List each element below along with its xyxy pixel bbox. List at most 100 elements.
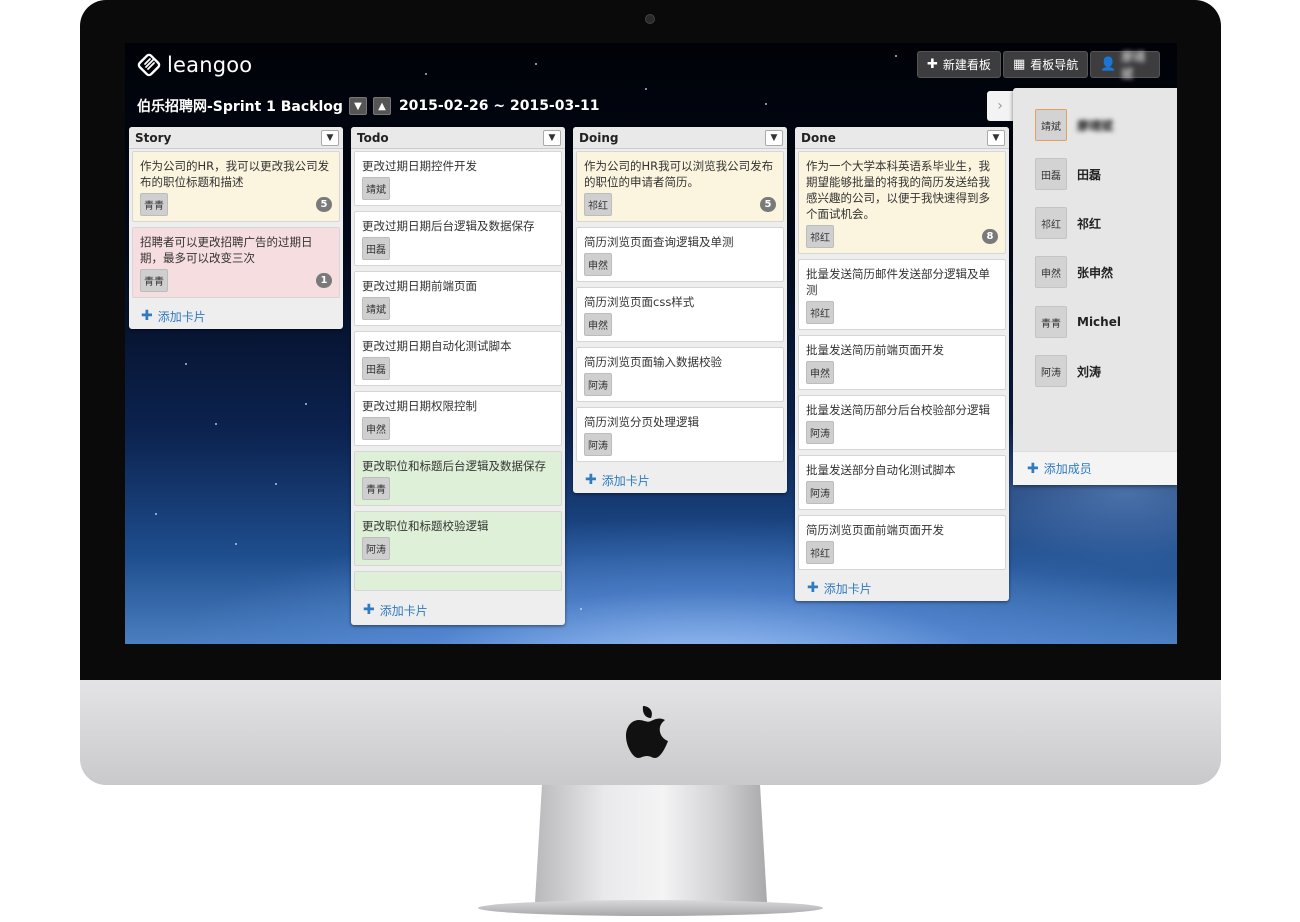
member-name: 廖靖斌 [1077,118,1114,133]
add-member-button[interactable]: ✚ 添加成员 [1013,451,1177,485]
member-item[interactable]: 靖斌 廖靖斌 [1035,109,1113,141]
user-menu-button[interactable]: 👤 廖靖斌 [1090,50,1160,81]
card[interactable]: 更改过期日期控件开发 靖斌 [354,151,562,206]
leangoo-logo-icon [137,53,161,77]
add-card-button[interactable]: ✚ 添加卡片 [573,467,787,493]
member-item[interactable]: 青青 Michel [1035,306,1121,338]
card[interactable]: 作为公司的HR我可以浏览我公司发布的职位的申请者简历。 祁红 5 [576,151,784,222]
card-text: 招聘者可以更改招聘广告的过期日期，最多可以改变三次 [140,235,313,265]
assignee-tag: 申然 [806,361,834,384]
member-avatar: 阿涛 [1035,355,1067,387]
card[interactable]: 批量发送简历邮件发送部分逻辑及单测 祁红 [798,259,1006,330]
member-item[interactable]: 申然 张申然 [1035,256,1113,288]
board-title-bar: 伯乐招聘网-Sprint 1 Backlog ▼ ▲ 2015-02-26 ~ … [137,95,600,117]
column-title: Todo [357,130,389,145]
card[interactable]: 更改过期日期后台逻辑及数据保存 田磊 [354,211,562,266]
imac-stand [535,785,767,903]
card-text: 批量发送简历前端页面开发 [806,343,944,357]
card-text: 简历浏览页面查询逻辑及单测 [584,235,734,249]
members-panel: 靖斌 廖靖斌 田磊 田磊 祁红 祁红 申然 张申然 青青 Michel 阿涛 刘… [1013,88,1177,485]
add-card-label: 添加卡片 [379,603,428,618]
card-partial[interactable] [354,571,562,591]
member-name: 张申然 [1077,265,1114,280]
card[interactable]: 更改职位和标题校验逻辑 阿涛 [354,511,562,566]
plus-icon: ✚ [1027,460,1039,477]
board-title: 伯乐招聘网-Sprint 1 Backlog [137,99,343,115]
card-text: 更改职位和标题校验逻辑 [362,519,489,533]
card-text: 更改过期日期控件开发 [362,159,477,173]
member-name: 田磊 [1077,167,1102,182]
assignee-tag: 祁红 [806,541,834,564]
logo-text: leangoo [167,53,253,77]
column-story: Story ▼ 作为公司的HR，我可以更改我公司发布的职位标题和描述 青青 5 … [129,127,343,329]
task-count-badge: 1 [316,273,332,288]
card[interactable]: 简历浏览页面输入数据校验 阿涛 [576,347,784,402]
card-text: 简历浏览页面输入数据校验 [584,355,722,369]
leangoo-logo[interactable]: leangoo [137,51,252,79]
add-member-label: 添加成员 [1043,462,1092,476]
add-card-button[interactable]: ✚ 添加卡片 [129,303,343,329]
card-text: 更改过期日期前端页面 [362,279,477,293]
assignee-tag: 田磊 [362,237,390,260]
card-text: 简历浏览分页处理逻辑 [584,415,699,429]
task-count-badge: 5 [760,197,776,212]
assignee-tag: 阿涛 [806,481,834,504]
card[interactable]: 更改过期日期自动化测试脚本 田磊 [354,331,562,386]
column-menu-chevron-icon[interactable]: ▼ [987,129,1005,146]
collapse-panel-chevron-icon[interactable]: › [987,91,1013,121]
column-title: Story [135,130,172,145]
card[interactable]: 招聘者可以更改招聘广告的过期日期，最多可以改变三次 青青 1 [132,227,340,298]
assignee-tag: 阿涛 [584,373,612,396]
add-card-button[interactable]: ✚ 添加卡片 [795,575,1009,601]
card-text: 作为公司的HR我可以浏览我公司发布的职位的申请者简历。 [584,159,774,189]
camera-dot [645,14,655,24]
plus-icon: ✚ [141,308,153,324]
column-doing: Doing ▼ 作为公司的HR我可以浏览我公司发布的职位的申请者简历。 祁红 5… [573,127,787,493]
add-card-button[interactable]: ✚ 添加卡片 [351,597,565,623]
assignee-tag: 青青 [362,477,390,500]
card-text: 更改过期日期自动化测试脚本 [362,339,512,353]
card[interactable]: 简历浏览分页处理逻辑 阿涛 [576,407,784,462]
card-text: 简历浏览页面前端页面开发 [806,523,944,537]
board-nav-button[interactable]: ▦ 看板导航 [1003,51,1089,78]
card-text: 简历浏览页面css样式 [584,295,695,309]
column-menu-chevron-icon[interactable]: ▼ [543,129,561,146]
card[interactable]: 更改职位和标题后台逻辑及数据保存 青青 [354,451,562,506]
board-menu-dropdown[interactable]: ▼ [348,97,367,115]
assignee-tag: 靖斌 [362,297,390,320]
member-avatar: 青青 [1035,306,1067,338]
card[interactable]: 批量发送简历前端页面开发 申然 [798,335,1006,390]
card[interactable]: 简历浏览页面查询逻辑及单测 申然 [576,227,784,282]
column-header: Done ▼ [795,127,1009,149]
new-board-button[interactable]: ✚ 新建看板 [917,51,1001,78]
burndown-chart-icon[interactable]: ▲ [372,97,391,115]
assignee-tag: 阿涛 [806,421,834,444]
member-item[interactable]: 祁红 祁红 [1035,207,1101,239]
card[interactable]: 更改过期日期前端页面 靖斌 [354,271,562,326]
card[interactable]: 批量发送部分自动化测试脚本 阿涛 [798,455,1006,510]
plus-icon: ✚ [807,580,819,596]
new-board-label: 新建看板 [942,58,991,72]
card-text: 更改过期日期权限控制 [362,399,477,413]
card-text: 作为公司的HR，我可以更改我公司发布的职位标题和描述 [140,159,330,189]
member-item[interactable]: 田磊 田磊 [1035,158,1101,190]
assignee-tag: 申然 [362,417,390,440]
assignee-tag: 青青 [140,269,168,292]
card[interactable]: 作为公司的HR，我可以更改我公司发布的职位标题和描述 青青 5 [132,151,340,222]
card-text: 作为一个大学本科英语系毕业生，我期望能够批量的将我的简历发送给我感兴趣的公司，以… [806,159,990,221]
add-card-label: 添加卡片 [157,309,206,324]
column-menu-chevron-icon[interactable]: ▼ [321,129,339,146]
card[interactable]: 简历浏览页面css样式 申然 [576,287,784,342]
sprint-dates: 2015-02-26 ~ 2015-03-11 [398,98,600,114]
assignee-tag: 阿涛 [584,433,612,456]
member-item[interactable]: 阿涛 刘涛 [1035,355,1101,387]
card[interactable]: 更改过期日期权限控制 申然 [354,391,562,446]
card[interactable]: 批量发送简历部分后台校验部分逻辑 阿涛 [798,395,1006,450]
column-menu-chevron-icon[interactable]: ▼ [765,129,783,146]
add-card-label: 添加卡片 [823,581,872,596]
plus-icon: ✚ [585,472,597,488]
card[interactable]: 简历浏览页面前端页面开发 祁红 [798,515,1006,570]
add-card-label: 添加卡片 [601,473,650,488]
card[interactable]: 作为一个大学本科英语系毕业生，我期望能够批量的将我的简历发送给我感兴趣的公司，以… [798,151,1006,254]
column-title: Done [801,130,836,145]
